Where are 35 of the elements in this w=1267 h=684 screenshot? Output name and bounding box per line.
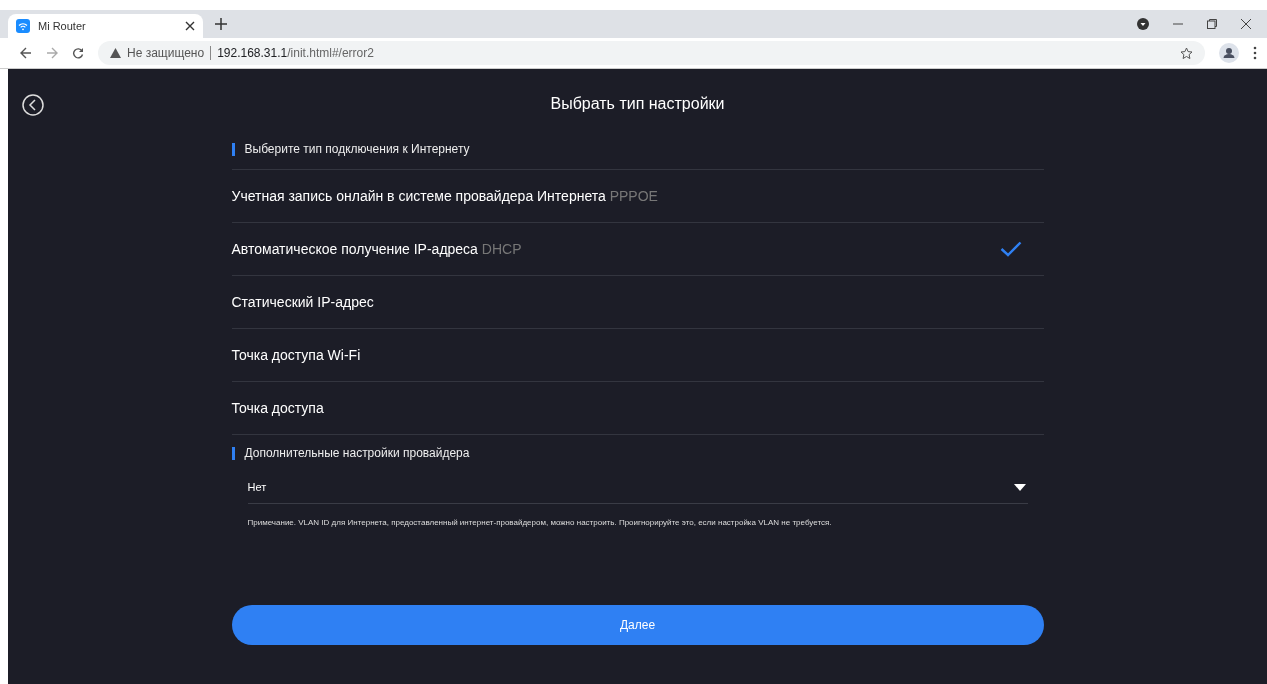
dropdown-circle-icon[interactable] xyxy=(1137,18,1149,30)
option-label: Точка доступа xyxy=(231,400,324,416)
close-icon[interactable] xyxy=(1241,19,1251,29)
wifi-icon xyxy=(16,19,30,33)
url-text: 192.168.31.1/init.html#/error2 xyxy=(217,46,374,60)
address-bar[interactable]: Не защищено 192.168.31.1/init.html#/error2 xyxy=(98,41,1205,65)
connection-option[interactable]: Учетная запись онлайн в системе провайдера Интернета PPPOE xyxy=(231,170,1044,223)
connection-option[interactable]: Точка доступа xyxy=(231,382,1044,435)
option-label: Учетная запись онлайн в системе провайдера Интернета PPPOE xyxy=(231,188,658,204)
close-icon[interactable] xyxy=(185,21,195,31)
back-circle-icon[interactable] xyxy=(22,94,44,116)
page-title: Выбрать тип настройки xyxy=(549,94,726,114)
connection-option[interactable]: Статический IP-адрес xyxy=(231,276,1044,329)
section-label: Дополнительные настройки провайдера xyxy=(244,446,470,460)
profile-avatar-icon[interactable] xyxy=(1219,43,1239,63)
reload-icon[interactable] xyxy=(72,47,84,59)
restore-icon[interactable] xyxy=(1207,19,1217,29)
browser-tab[interactable]: Mi Router xyxy=(8,14,203,38)
option-label: Точка доступа Wi-Fi xyxy=(231,347,361,363)
connection-option[interactable]: Автоматическое получение IP-адреса DHCP xyxy=(231,223,1044,276)
security-label: Не защищено xyxy=(127,46,205,60)
back-arrow-icon[interactable] xyxy=(20,47,32,59)
next-button[interactable]: Далее xyxy=(231,605,1044,645)
option-label: Статический IP-адрес xyxy=(231,294,374,310)
connection-option[interactable]: Точка доступа Wi-Fi xyxy=(231,329,1044,382)
caret-icon xyxy=(1013,483,1026,491)
option-label: Автоматическое получение IP-адреса DHCP xyxy=(231,241,522,257)
vlan-dropdown[interactable]: Нет xyxy=(247,471,1028,504)
tab-title: Mi Router xyxy=(38,20,87,32)
section-label: Выберите тип подключения к Интернету xyxy=(244,142,470,156)
new-tab-icon[interactable] xyxy=(215,18,227,30)
star-icon[interactable] xyxy=(1180,46,1193,60)
warning-icon xyxy=(110,48,121,58)
menu-icon[interactable] xyxy=(1253,46,1257,60)
note-text: Примечание. VLAN ID для Интернета, предоставленный интернет-провайдером, можно настроить. Проигнорируйте это, если настройка VLAN не требуется. xyxy=(246,517,833,527)
